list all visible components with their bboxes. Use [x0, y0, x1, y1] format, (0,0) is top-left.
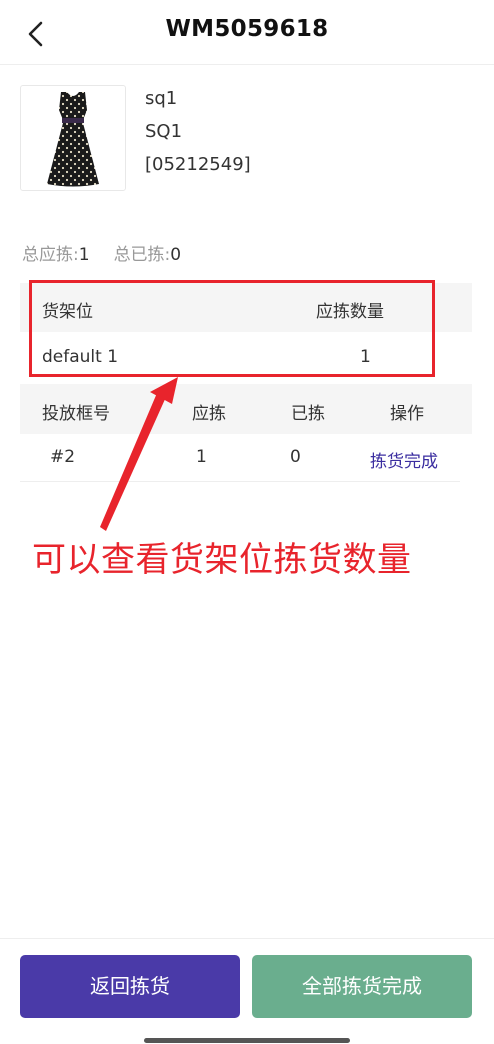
box-col-picked: 已拣 — [291, 404, 325, 424]
box-picked-cell: 0 — [290, 447, 301, 467]
pick-complete-link[interactable]: 拣货完成 — [370, 447, 438, 472]
total-picked-value: 0 — [170, 245, 182, 265]
product-sku: SQ1 — [145, 121, 183, 142]
total-should-pick-value: 1 — [78, 245, 90, 265]
product-code: [05212549] — [145, 154, 251, 175]
product-name: sq1 — [145, 88, 178, 109]
box-col-number: 投放框号 — [42, 404, 110, 424]
box-number-cell: #2 — [50, 447, 76, 467]
back-to-picking-button[interactable]: 返回拣货 — [20, 955, 240, 1018]
top-bar: WM5059618 — [0, 0, 494, 65]
pick-totals: 总应拣:1 总已拣:0 — [22, 240, 181, 265]
complete-all-picking-button[interactable]: 全部拣货完成 — [252, 955, 472, 1018]
polka-dot-dress-image — [47, 92, 99, 187]
annotation-caption: 可以查看货架位拣货数量 — [32, 540, 412, 580]
total-should-pick-label: 总应拣: — [22, 245, 79, 265]
product-image[interactable] — [20, 85, 126, 191]
total-picked-label: 总已拣: — [113, 245, 171, 265]
box-col-action: 操作 — [390, 404, 424, 424]
box-col-should: 应拣 — [192, 404, 226, 424]
annotation-highlight-box — [29, 280, 435, 377]
row-divider — [20, 481, 460, 482]
home-indicator[interactable] — [144, 1038, 350, 1043]
box-should-cell: 1 — [196, 447, 207, 467]
page-title: WM5059618 — [165, 16, 329, 42]
